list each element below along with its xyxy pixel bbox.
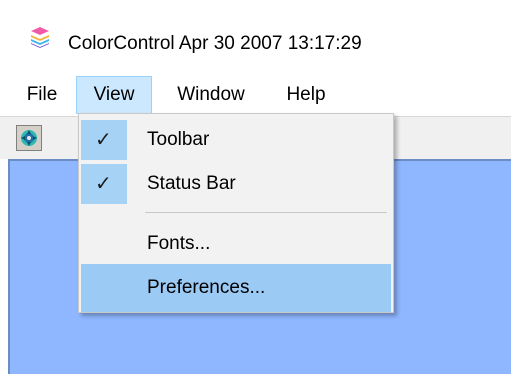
view-menu-item-status-bar[interactable]: ✓ Status Bar — [81, 160, 391, 208]
menu-file[interactable]: File — [18, 76, 66, 114]
checkmark-icon: ✓ — [95, 173, 112, 195]
menu-help[interactable]: Help — [274, 76, 338, 114]
menu-item-label: Status Bar — [147, 173, 236, 194]
menu-separator — [145, 212, 387, 213]
view-menu-item-toolbar[interactable]: ✓ Toolbar — [81, 116, 391, 164]
title-bar: ColorControl Apr 30 2007 13:17:29 — [0, 0, 511, 88]
menu-window[interactable]: Window — [160, 76, 262, 114]
menu-item-label: Preferences... — [147, 277, 266, 298]
view-dropdown-menu: ✓ Toolbar ✓ Status Bar Fonts... Preferen… — [78, 113, 394, 313]
check-cell: ✓ — [81, 120, 127, 160]
menu-item-label: Fonts... — [147, 233, 211, 254]
check-cell: ✓ — [81, 164, 127, 204]
color-wheel-icon — [21, 130, 37, 146]
window-title: ColorControl Apr 30 2007 13:17:29 — [68, 33, 362, 54]
view-menu-item-fonts[interactable]: Fonts... — [81, 220, 391, 268]
checkmark-icon: ✓ — [95, 129, 112, 151]
view-menu-item-preferences[interactable]: Preferences... — [81, 264, 391, 312]
menu-item-label: Toolbar — [147, 129, 210, 150]
menu-bar: File View Window Help — [0, 76, 511, 114]
toolbar-color-button[interactable] — [16, 125, 42, 151]
menu-view[interactable]: View — [76, 76, 152, 114]
app-color-stack-icon — [31, 27, 49, 48]
